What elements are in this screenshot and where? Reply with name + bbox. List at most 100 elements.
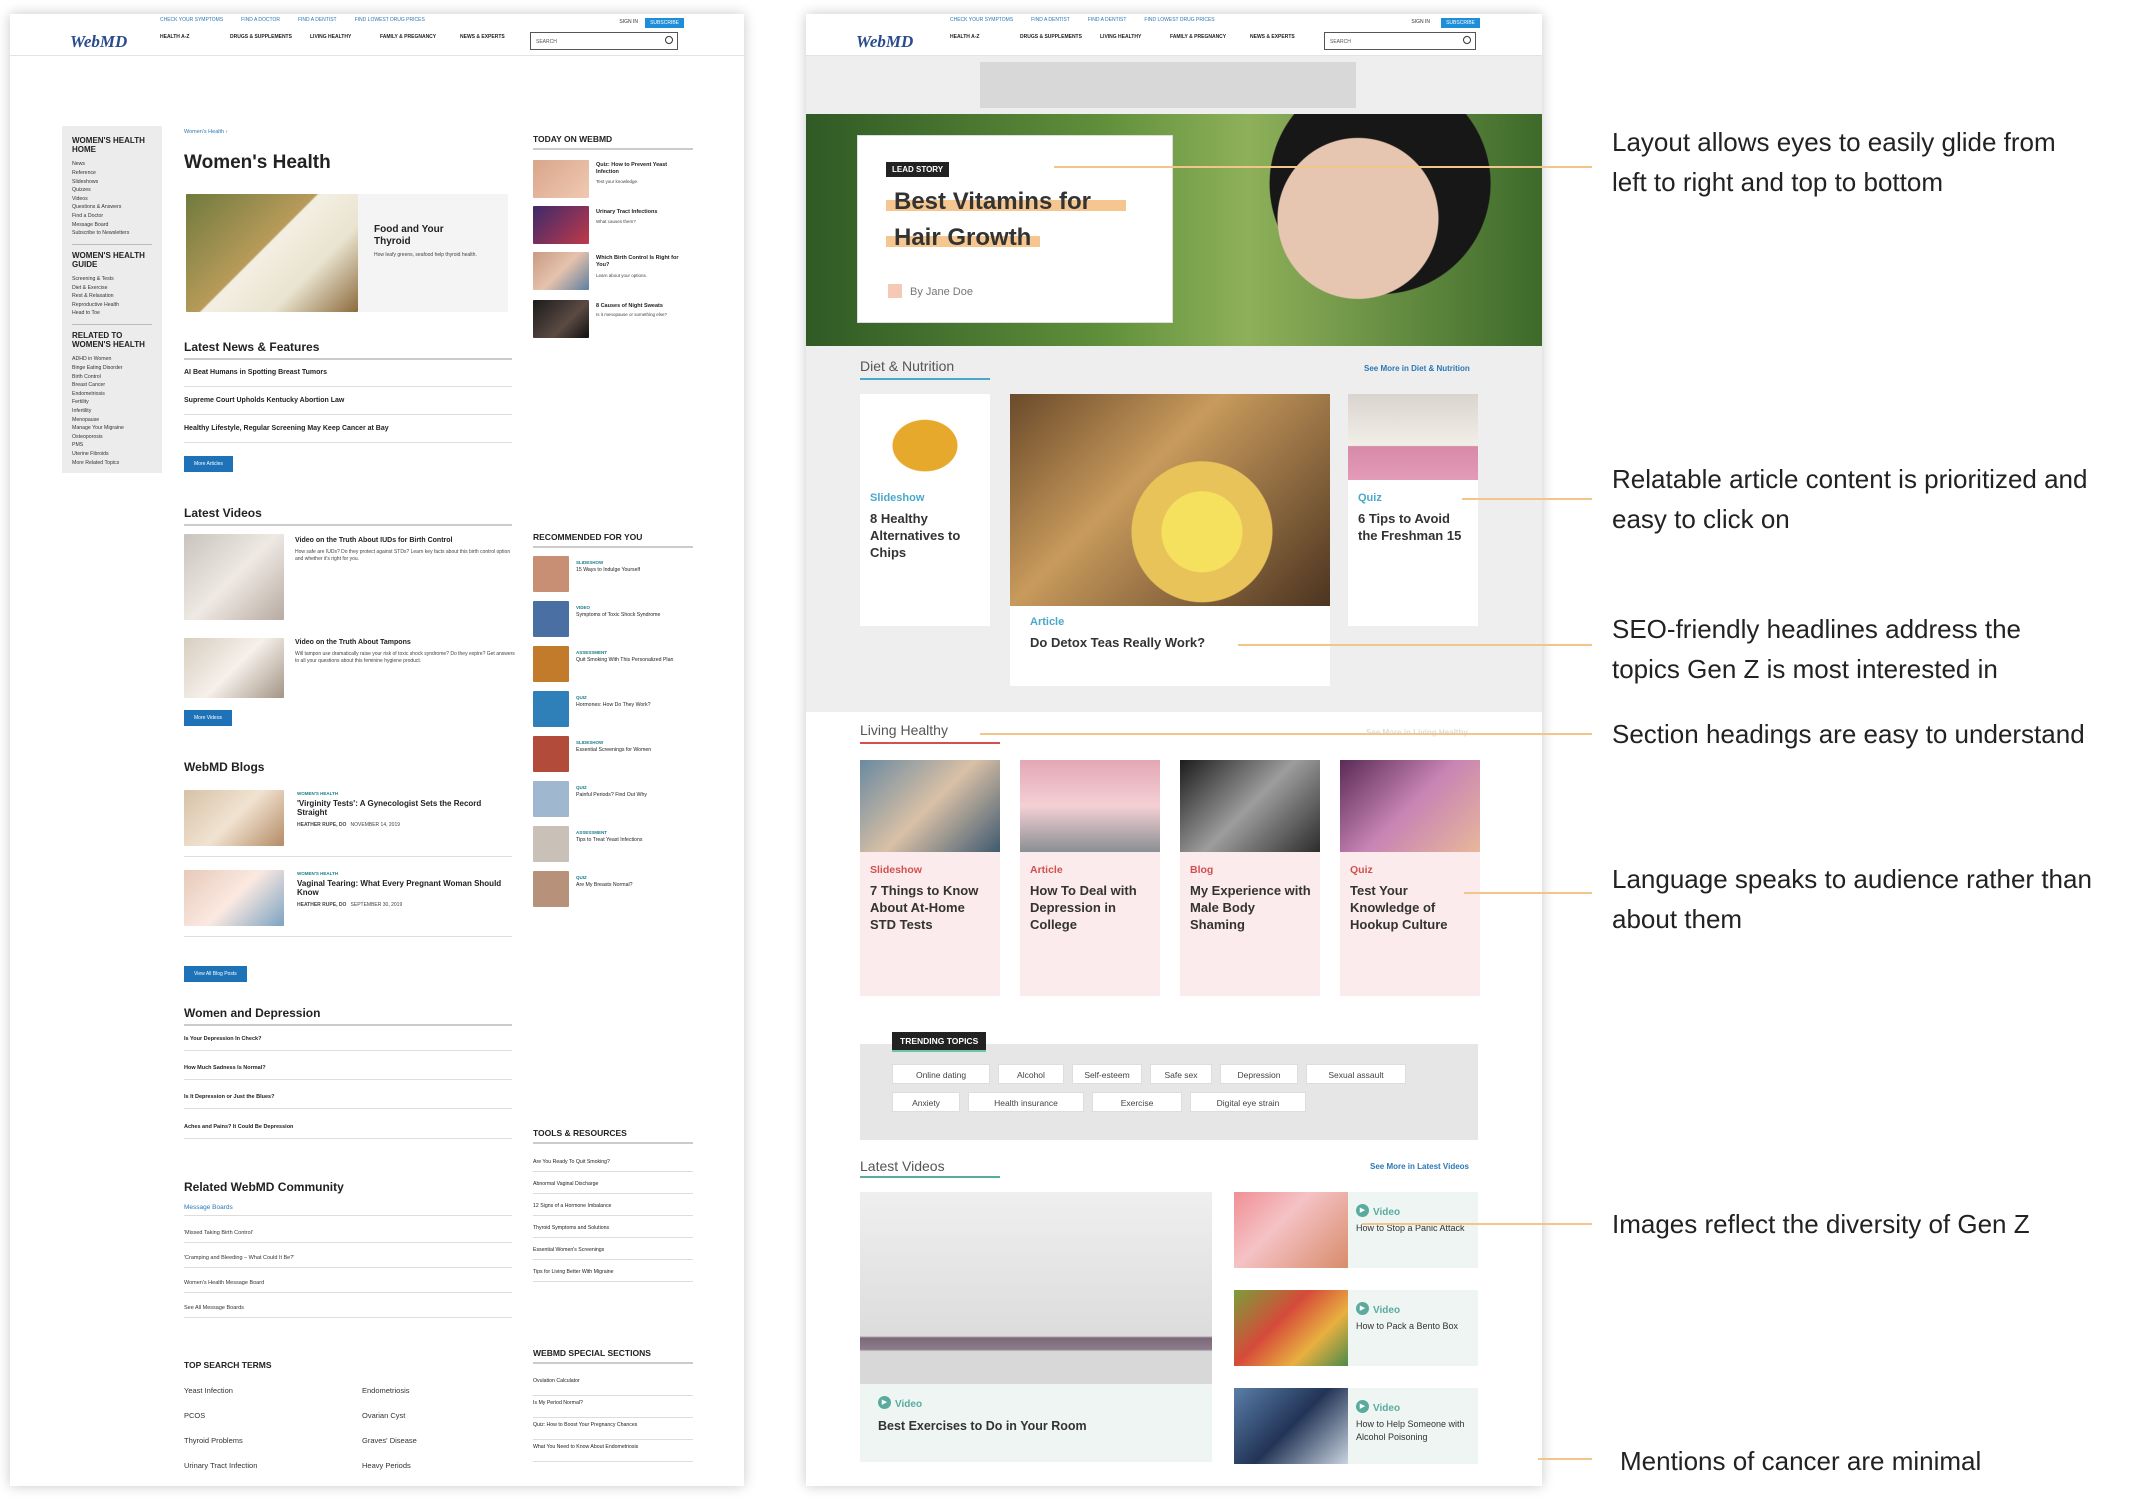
- search-input[interactable]: SEARCH: [1324, 32, 1476, 50]
- nav-link[interactable]: Diet & Exercise: [72, 284, 152, 293]
- living-card[interactable]: Blog My Experience with Male Body Shaming: [1180, 760, 1320, 996]
- nav-link[interactable]: Infertility: [72, 407, 152, 416]
- nav-link[interactable]: Osteoporosis: [72, 433, 152, 442]
- recommended-link[interactable]: 15 Ways to Indulge Yourself: [576, 567, 694, 574]
- community-link[interactable]: 'Missed Taking Birth Control': [184, 1230, 253, 1236]
- today-title[interactable]: 8 Causes of Night Sweats: [596, 303, 691, 310]
- message-boards-link[interactable]: Message Boards: [184, 1204, 233, 1211]
- view-all-blog-posts-button[interactable]: View All Blog Posts: [184, 966, 247, 982]
- card-title[interactable]: 7 Things to Know About At-Home STD Tests: [870, 882, 992, 933]
- top-link[interactable]: FIND A DENTIST: [1088, 17, 1127, 23]
- card-title[interactable]: 8 Healthy Alternatives to Chips: [870, 510, 982, 561]
- nav-link[interactable]: Uterine Fibroids: [72, 450, 152, 459]
- tools-link[interactable]: Abnormal Vaginal Discharge: [533, 1181, 693, 1188]
- topic-pill[interactable]: Sexual assault: [1306, 1064, 1406, 1084]
- living-card[interactable]: Slideshow 7 Things to Know About At-Home …: [860, 760, 1000, 996]
- today-thumbnail[interactable]: [533, 160, 589, 198]
- nav-group-title[interactable]: WOMEN'S HEALTH GUIDE: [72, 251, 152, 269]
- search-term-link[interactable]: PCOS: [184, 1411, 205, 1420]
- news-link[interactable]: Supreme Court Upholds Kentucky Abortion …: [184, 397, 344, 404]
- recommended-thumbnail[interactable]: [533, 781, 569, 817]
- today-title[interactable]: Quiz: How to Prevent Yeast Infection: [596, 162, 691, 176]
- top-link[interactable]: FIND LOWEST DRUG PRICES: [1144, 17, 1214, 23]
- today-thumbnail[interactable]: [533, 300, 589, 338]
- tools-link[interactable]: Thyroid Symptoms and Solutions: [533, 1225, 693, 1232]
- video-title[interactable]: Best Exercises to Do in Your Room: [878, 1418, 1087, 1435]
- recommended-link[interactable]: Quit Smoking With This Personalized Plan: [576, 657, 694, 664]
- search-term-link[interactable]: Heavy Periods: [362, 1461, 411, 1470]
- recommended-link[interactable]: Are My Breasts Normal?: [576, 882, 694, 889]
- recommended-thumbnail[interactable]: [533, 691, 569, 727]
- nav-link[interactable]: Subscribe to Newsletters: [72, 229, 152, 238]
- lead-story-title-line1[interactable]: Best Vitamins for: [894, 188, 1091, 216]
- ad-banner[interactable]: [980, 62, 1356, 108]
- recommended-link[interactable]: Painful Periods? Find Out Why: [576, 792, 694, 799]
- nav-link[interactable]: Endometriosis: [72, 390, 152, 399]
- breadcrumb[interactable]: Women's Health ›: [184, 129, 227, 135]
- video-card[interactable]: ▶ Video How to Stop a Panic Attack: [1234, 1192, 1478, 1268]
- blog-title[interactable]: Vaginal Tearing: What Every Pregnant Wom…: [297, 879, 507, 897]
- search-term-link[interactable]: Graves' Disease: [362, 1436, 417, 1445]
- article-card[interactable]: Article Do Detox Teas Really Work?: [1010, 394, 1330, 686]
- top-link[interactable]: CHECK YOUR SYMPTOMS: [160, 17, 223, 23]
- nav-link[interactable]: Birth Control: [72, 373, 152, 382]
- video-card[interactable]: ▶ Video How to Help Someone with Alcohol P…: [1234, 1388, 1478, 1464]
- top-link[interactable]: FIND LOWEST DRUG PRICES: [355, 17, 425, 23]
- today-title[interactable]: Which Birth Control Is Right for You?: [596, 255, 691, 269]
- search-term-link[interactable]: Urinary Tract Infection: [184, 1461, 257, 1470]
- video-title[interactable]: Video on the Truth About IUDs for Birth …: [295, 537, 515, 545]
- featured-video-card[interactable]: ▶ Video Best Exercises to Do in Your Room: [860, 1192, 1212, 1462]
- tools-link[interactable]: Tips for Living Better With Migraine: [533, 1269, 693, 1276]
- depression-link[interactable]: Is It Depression or Just the Blues?: [184, 1094, 274, 1100]
- special-section-link[interactable]: Ovulation Calculator: [533, 1378, 693, 1385]
- topic-pill[interactable]: Alcohol: [998, 1064, 1064, 1084]
- sign-in-link[interactable]: SIGN IN: [619, 19, 638, 25]
- article-card[interactable]: Slideshow 8 Healthy Alternatives to Chip…: [860, 394, 990, 626]
- top-link[interactable]: FIND A DOCTOR: [241, 17, 280, 23]
- nav-link[interactable]: Slideshows: [72, 178, 152, 187]
- nav-link[interactable]: Questions & Answers: [72, 203, 152, 212]
- nav-item[interactable]: NEWS & EXPERTS: [460, 34, 505, 40]
- recommended-thumbnail[interactable]: [533, 601, 569, 637]
- nav-link[interactable]: More Related Topics: [72, 459, 152, 468]
- today-title[interactable]: Urinary Tract Infections: [596, 209, 691, 216]
- recommended-thumbnail[interactable]: [533, 556, 569, 592]
- nav-item[interactable]: LIVING HEALTHY: [310, 34, 351, 40]
- community-link[interactable]: Women's Health Message Board: [184, 1280, 264, 1286]
- search-term-link[interactable]: Yeast Infection: [184, 1386, 233, 1395]
- nav-link[interactable]: Reproductive Health: [72, 301, 152, 310]
- topic-pill[interactable]: Health insurance: [968, 1092, 1084, 1112]
- subscribe-button[interactable]: SUBSCRIBE: [1441, 18, 1480, 28]
- nav-link[interactable]: Menopause: [72, 416, 152, 425]
- sign-in-link[interactable]: SIGN IN: [1411, 19, 1430, 25]
- video-thumbnail[interactable]: [184, 638, 284, 698]
- more-articles-button[interactable]: More Articles: [184, 456, 233, 472]
- topic-pill[interactable]: Safe sex: [1150, 1064, 1212, 1084]
- recommended-thumbnail[interactable]: [533, 736, 569, 772]
- recommended-link[interactable]: Hormones: How Do They Work?: [576, 702, 694, 709]
- nav-link[interactable]: Breast Cancer: [72, 381, 152, 390]
- depression-link[interactable]: Aches and Pains? It Could Be Depression: [184, 1124, 293, 1130]
- special-section-link[interactable]: Quiz: How to Boost Your Pregnancy Chance…: [533, 1422, 693, 1429]
- topic-pill[interactable]: Self-esteem: [1072, 1064, 1142, 1084]
- living-card[interactable]: Article How To Deal with Depression in Co…: [1020, 760, 1160, 996]
- special-section-link[interactable]: Is My Period Normal?: [533, 1400, 693, 1407]
- search-term-link[interactable]: Thyroid Problems: [184, 1436, 243, 1445]
- tools-link[interactable]: Are You Ready To Quit Smoking?: [533, 1159, 693, 1166]
- nav-item[interactable]: DRUGS & SUPPLEMENTS: [230, 34, 292, 40]
- topic-pill[interactable]: Exercise: [1092, 1092, 1182, 1112]
- nav-link[interactable]: Message Board: [72, 221, 152, 230]
- lead-story-card[interactable]: LEAD STORY Best Vitamins for Hair Growth…: [858, 136, 1172, 322]
- hero-card[interactable]: Food and Your Thyroid How leafy greens, …: [186, 194, 508, 312]
- nav-link[interactable]: Head to Toe: [72, 309, 152, 318]
- search-term-link[interactable]: Endometriosis: [362, 1386, 410, 1395]
- nav-item[interactable]: LIVING HEALTHY: [1100, 34, 1141, 40]
- nav-link[interactable]: Fertility: [72, 398, 152, 407]
- card-title[interactable]: Do Detox Teas Really Work?: [1030, 634, 1205, 651]
- webmd-logo[interactable]: WebMD: [856, 32, 913, 52]
- news-link[interactable]: AI Beat Humans in Spotting Breast Tumors: [184, 369, 327, 376]
- card-title[interactable]: 6 Tips to Avoid the Freshman 15: [1358, 510, 1470, 544]
- recommended-thumbnail[interactable]: [533, 826, 569, 862]
- video-title[interactable]: Video on the Truth About Tampons: [295, 639, 515, 647]
- blog-thumbnail[interactable]: [184, 870, 284, 926]
